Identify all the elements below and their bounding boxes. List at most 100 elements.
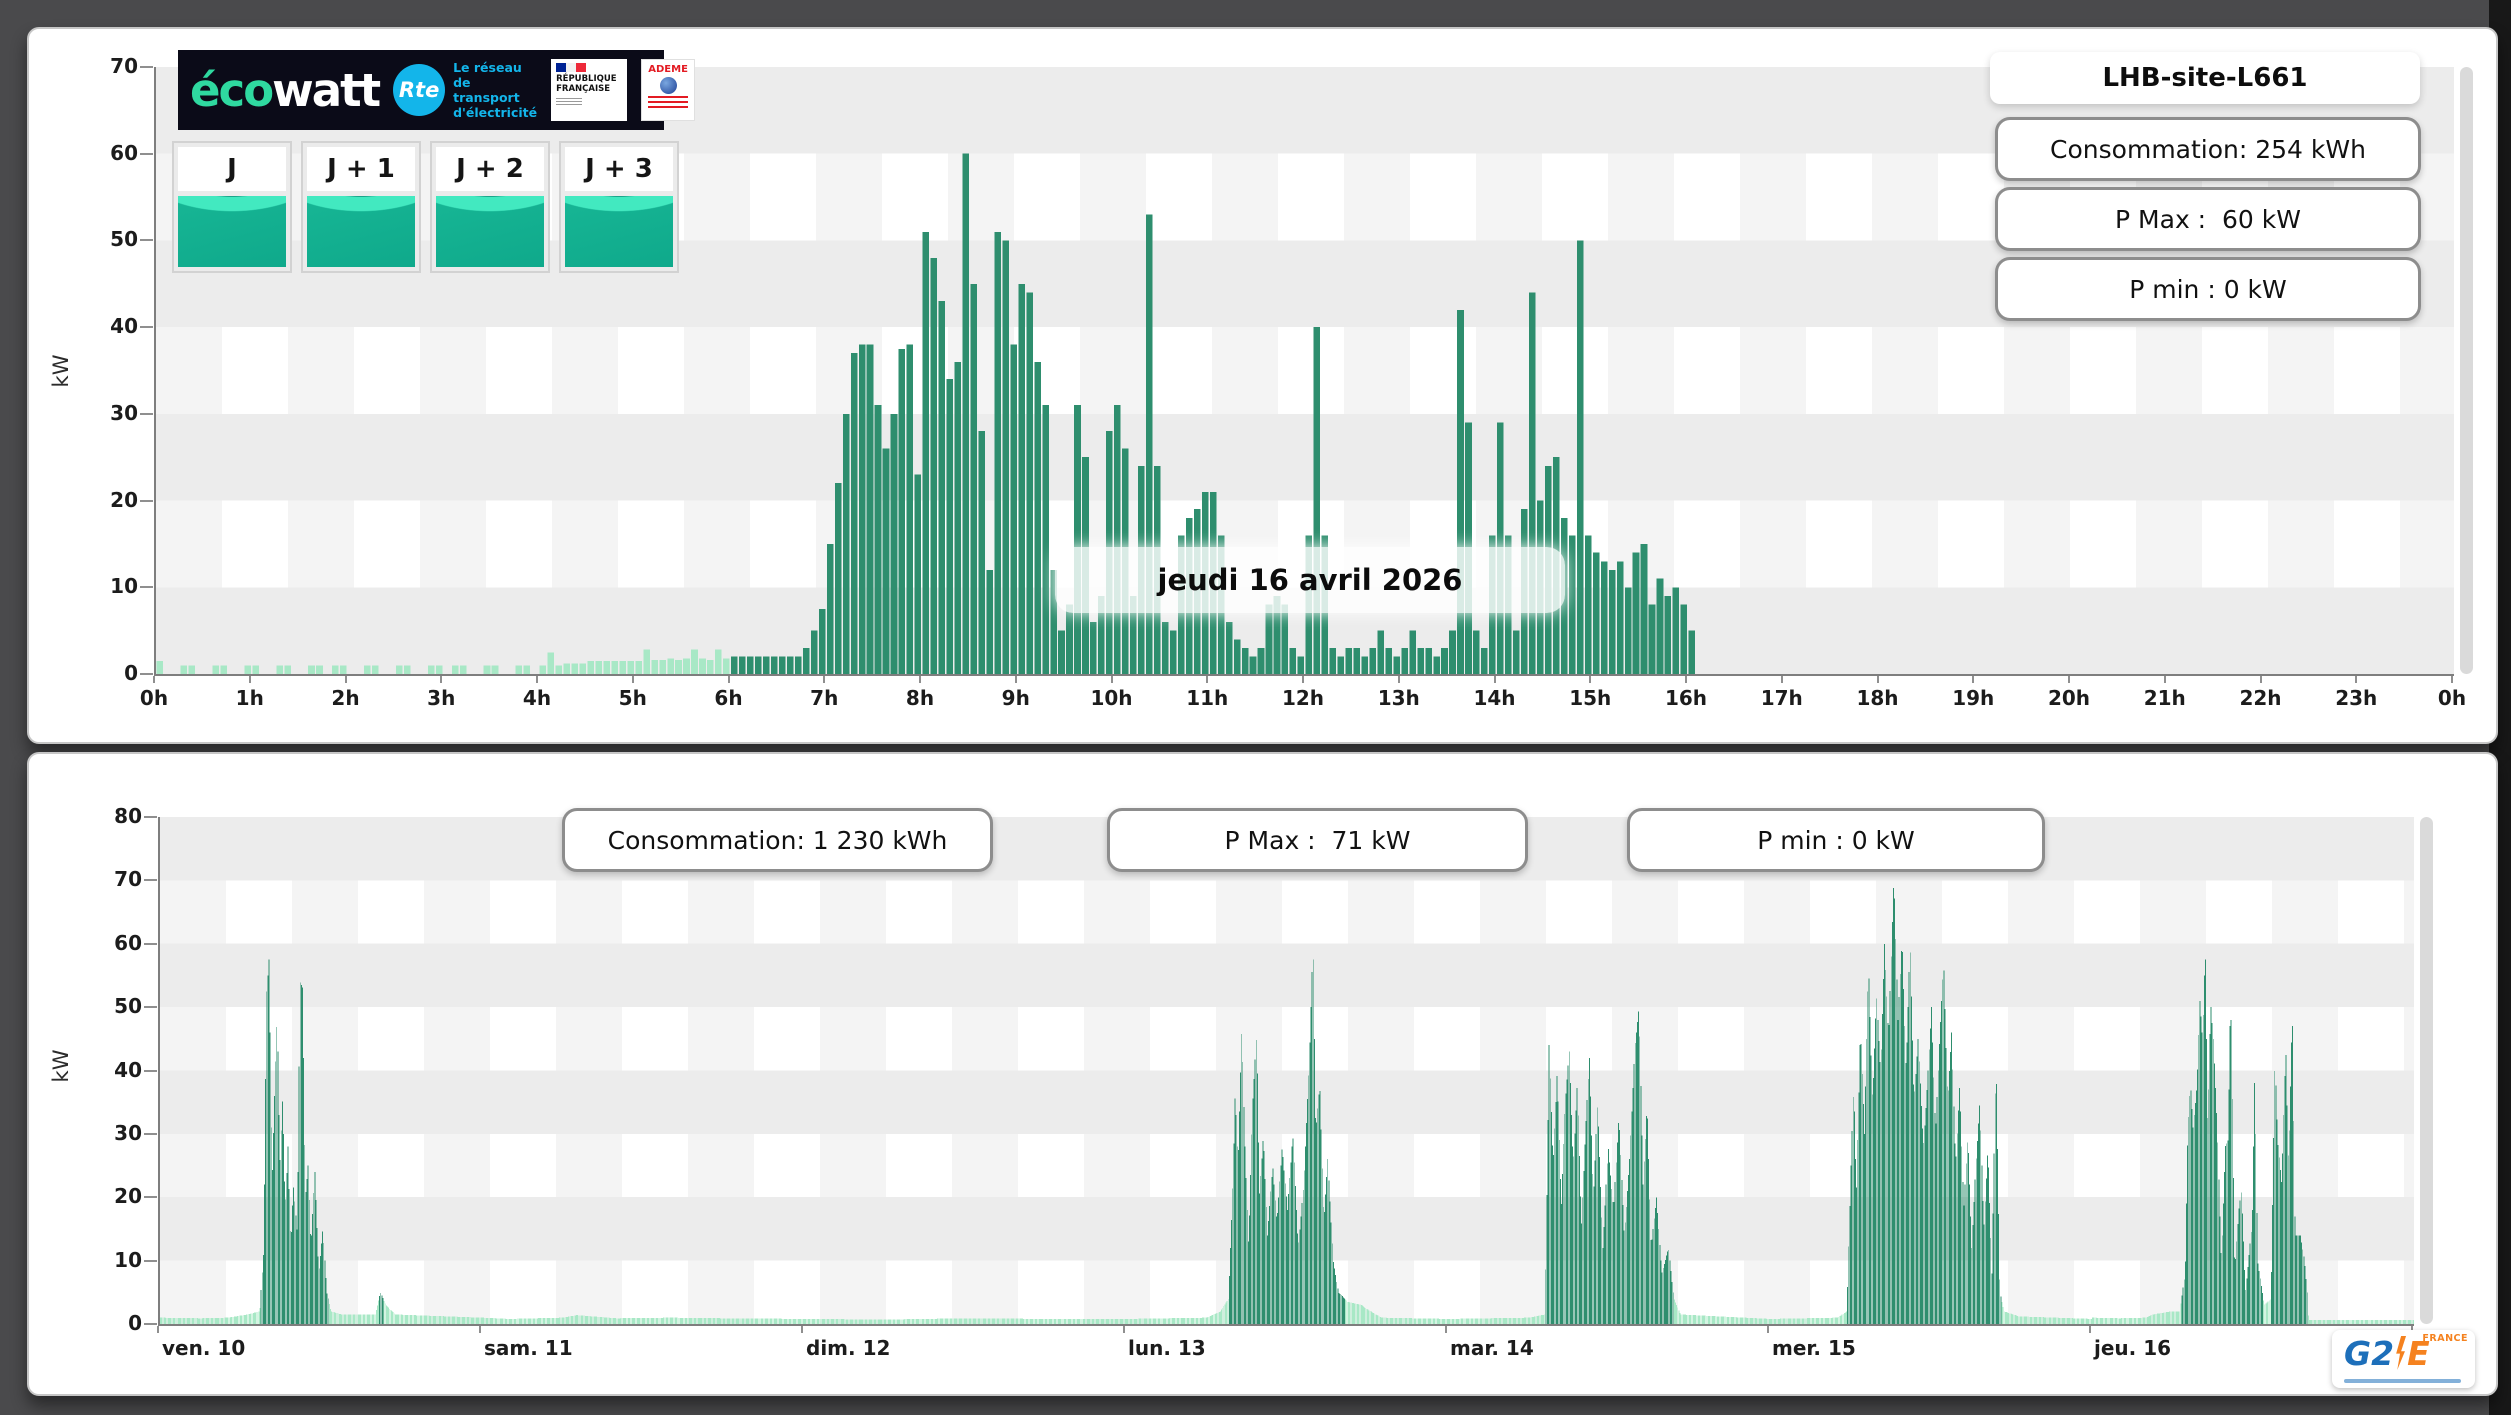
x-tick-mark [919,676,921,683]
y-tick-mark [140,326,153,329]
x-tick-mark [1445,1326,1447,1333]
y-tick-mark [144,816,157,818]
x-tick-mark [2068,676,2070,683]
y-tick-mark [144,1069,157,1072]
y-tick-mark [144,1259,157,1262]
y-tick-mark [140,412,153,415]
x-tick-mark [1397,676,1400,683]
x-tick-mark [2259,676,2262,683]
g2e-logo-text: G2 E [2344,1336,2430,1370]
day-pmin-badge: P min : 0 kW [1995,257,2421,321]
day-button-j3[interactable]: J + 3 [559,141,679,273]
ecowatt-logo: écowatt [190,63,381,117]
y-tick-label: 20 [110,487,138,512]
motto-lines [556,97,583,106]
day-button-j1[interactable]: J + 1 [301,141,421,273]
site-title: LHB-site-L661 [1990,52,2420,104]
rte-logo: Rte Le réseau de transport d'électricité [393,60,537,120]
bars-layer [160,887,2414,1324]
rte-tagline-line2: de transport [453,75,520,105]
x-tick-mark [248,676,251,683]
x-tick-label: 15h [1569,686,1612,710]
week-chart-panel: kW Consommation: 1 230 kWh P Max : 71 kW… [27,752,2498,1396]
y-tick-mark [140,239,153,242]
x-tick-label: lun. 13 [1128,1336,1206,1360]
y-tick-label: 20 [114,1184,142,1209]
x-tick-label: dim. 12 [806,1336,891,1360]
x-tick-label: 3h [427,686,456,710]
x-tick-mark [1206,676,1209,683]
ecowatt-logo-watt: watt [272,63,381,117]
x-tick-label: 23h [2335,686,2378,710]
x-tick-label: 0h [139,686,169,710]
y-tick-label: 60 [114,930,142,955]
x-tick-mark [1972,676,1975,683]
y-tick-mark [144,1196,157,1199]
plot-right-strip [2460,67,2473,674]
x-tick-label: 4h [522,686,552,710]
x-tick-mark [479,1326,481,1333]
x-tick-mark [1767,1326,1769,1333]
x-tick-mark [727,676,730,683]
day-pmax-badge: P Max : 60 kW [1995,187,2421,251]
x-tick-mark [1123,1326,1125,1333]
g2e-france-text: FRANCE [2422,1333,2468,1344]
y-tick-mark [144,1323,157,1325]
ecowatt-logo-eco: éco [190,63,274,117]
x-tick-label: 5h [618,686,647,710]
ademe-subtitle-lines [648,96,689,109]
y-axis-unit-label: kW [49,1049,73,1083]
x-tick-mark [1685,676,1687,683]
forecast-day-buttons: J J + 1 J + 2 J + 3 [172,141,679,273]
republique-text: RÉPUBLIQUE FRANÇAISE [556,74,617,94]
y-tick-label: 80 [114,804,142,828]
y-tick-label: 60 [110,140,138,165]
x-tick-mark [1493,676,1496,683]
plot-right-strip [2420,817,2433,1324]
day-button-j[interactable]: J [172,141,292,273]
day-button-j2[interactable]: J + 2 [430,141,550,273]
x-tick-label: 11h [1186,686,1229,710]
y-tick-mark [140,152,153,155]
x-tick-mark [440,676,443,683]
rte-tagline-line1: Le réseau [453,60,522,75]
y-tick-label: 50 [110,227,138,252]
rte-circle-icon: Rte [393,64,446,116]
x-tick-mark [2451,676,2453,683]
x-tick-label: 10h [1090,686,1133,710]
g2e-g2: G2 [2344,1333,2395,1373]
y-tick-mark [144,1006,157,1009]
y-tick-label: 70 [114,867,142,892]
x-tick-mark [2355,676,2358,683]
x-tick-label: 7h [810,686,839,710]
x-tick-label: jeu. 16 [2094,1336,2172,1360]
french-flag-icon [556,63,587,72]
x-tick-label: 1h [235,686,264,710]
x-tick-label: 21h [2143,686,2186,710]
g2e-logo: G2 E FRANCE [2332,1330,2475,1388]
x-tick-mark [1302,676,1304,683]
week-pmin-badge: P min : 0 kW [1627,808,2045,872]
x-tick-label: 2h [331,686,360,710]
ecowatt-forecast-image [178,196,286,267]
day-button-j2-label: J + 2 [436,147,544,191]
y-tick-label: 0 [128,1311,142,1335]
x-tick-mark [1110,676,1113,683]
ademe-globe-icon [659,77,677,94]
y-tick-mark [140,673,153,675]
week-chart-plot-area[interactable] [158,817,2414,1326]
week-consumption-badge: Consommation: 1 230 kWh [562,808,993,872]
y-tick-label: 30 [110,400,138,425]
ecowatt-banner: écowatt Rte Le réseau de transport d'éle… [178,50,696,130]
x-tick-mark [536,676,538,683]
y-tick-mark [140,586,153,589]
y-tick-label: 40 [114,1057,142,1082]
x-tick-label: sam. 11 [484,1336,573,1360]
republique-francaise-logo: RÉPUBLIQUE FRANÇAISE [551,59,628,121]
x-tick-label: 13h [1377,686,1420,710]
day-chart-panel: kW écowatt Rte Le réseau de transport d'… [27,27,2498,744]
x-tick-label: 12h [1281,686,1325,710]
y-axis-unit-label: kW [49,354,73,388]
x-tick-label: 20h [2047,686,2091,710]
x-tick-mark [823,676,826,683]
